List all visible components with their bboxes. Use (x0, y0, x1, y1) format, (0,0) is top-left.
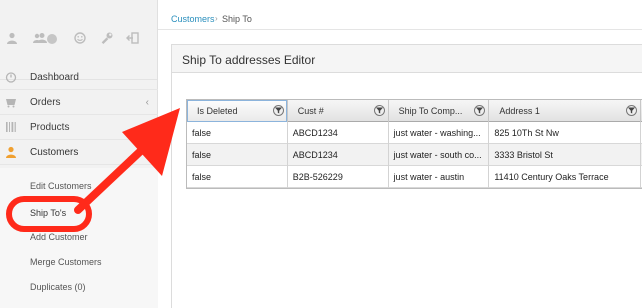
sidebar-item-label: Orders (30, 96, 61, 108)
filter-icon[interactable] (373, 105, 385, 116)
cell-cust-num[interactable]: ABCD1234 (288, 122, 389, 144)
table-row[interactable]: false B2B-526229 just water - austin 114… (187, 166, 642, 188)
cell-address-1[interactable]: 825 10Th St Nw (489, 122, 642, 144)
cell-is-deleted[interactable]: false (187, 166, 288, 188)
submenu-merge-customers[interactable]: Merge Customers (30, 257, 102, 267)
column-header-label: Address 1 (499, 106, 540, 116)
filter-icon[interactable] (474, 105, 486, 116)
table-row[interactable]: false ABCD1234 just water - south co... … (187, 144, 642, 166)
sidebar-item-dashboard[interactable]: Dashboard (0, 65, 158, 90)
cell-cust-num[interactable]: B2B-526229 (288, 166, 389, 188)
sidebar-item-label: Customers (30, 146, 79, 158)
grid-header: Is Deleted Cust # Ship To Comp... Addres… (187, 100, 642, 122)
cell-ship-to-company[interactable]: just water - south co... (389, 144, 490, 166)
sidebar-item-orders[interactable]: Orders ‹ (0, 90, 158, 115)
breadcrumb: Customers › Ship To (158, 10, 642, 30)
cell-ship-to-company[interactable]: just water - washing... (389, 122, 490, 144)
ship-to-grid: Is Deleted Cust # Ship To Comp... Addres… (186, 99, 642, 189)
cell-cust-num[interactable]: ABCD1234 (288, 144, 389, 166)
sidebar: Dashboard Orders ‹ Products ‹ Customers … (0, 0, 158, 308)
user-icon[interactable] (6, 32, 20, 46)
column-header-label: Ship To Comp... (398, 106, 463, 116)
orders-icon (5, 96, 17, 108)
column-header-address-1[interactable]: Address 1 (489, 100, 642, 122)
cell-ship-to-company[interactable]: just water - austin (389, 166, 490, 188)
logout-icon[interactable] (126, 32, 140, 46)
submenu-duplicates[interactable]: Duplicates (0) (30, 282, 86, 292)
products-icon (5, 121, 17, 133)
sidebar-item-products[interactable]: Products ‹ (0, 115, 158, 140)
column-header-label: Is Deleted (197, 106, 238, 116)
panel-title: Ship To addresses Editor (182, 53, 316, 67)
sidebar-item-label: Dashboard (30, 71, 79, 83)
breadcrumb-customers-link[interactable]: Customers (171, 14, 215, 24)
wrench-icon[interactable] (101, 32, 115, 46)
filter-icon[interactable] (272, 105, 284, 116)
submenu-add-customer[interactable]: Add Customer (30, 232, 88, 242)
submenu-edit-customers[interactable]: Edit Customers (30, 181, 92, 191)
sidebar-item-label: Products (30, 121, 70, 133)
cell-is-deleted[interactable]: false (187, 122, 288, 144)
column-header-cust-num[interactable]: Cust # (288, 100, 389, 122)
customers-icon (5, 146, 17, 158)
customers-submenu: Edit Customers Ship To's Add Customer Me… (0, 168, 158, 308)
cell-address-1[interactable]: 11410 Century Oaks Terrace (489, 166, 642, 188)
cell-is-deleted[interactable]: false (187, 144, 288, 166)
ship-to-editor-panel: Ship To addresses Editor Is Deleted Cust… (171, 44, 642, 308)
breadcrumb-separator: › (215, 14, 218, 23)
submenu-ship-tos[interactable]: Ship To's (30, 208, 66, 218)
chevron-left-icon[interactable]: ‹ (146, 97, 149, 108)
cell-address-1[interactable]: 3333 Bristol St (489, 144, 642, 166)
users-icon[interactable] (32, 32, 58, 46)
main-content: Customers › Ship To Ship To addresses Ed… (158, 0, 642, 308)
breadcrumb-current: Ship To (222, 14, 252, 24)
panel-header: Ship To addresses Editor (172, 45, 642, 73)
table-row[interactable]: false ABCD1234 just water - washing... 8… (187, 122, 642, 144)
filter-icon[interactable] (626, 105, 638, 116)
column-header-is-deleted[interactable]: Is Deleted (187, 100, 288, 122)
chevron-left-icon[interactable]: ‹ (146, 122, 149, 133)
dashboard-icon (5, 71, 17, 83)
sidebar-item-customers[interactable]: Customers (0, 140, 158, 165)
column-header-label: Cust # (297, 106, 324, 116)
column-header-ship-to-company[interactable]: Ship To Comp... (389, 100, 490, 122)
smiley-icon[interactable] (74, 32, 88, 46)
